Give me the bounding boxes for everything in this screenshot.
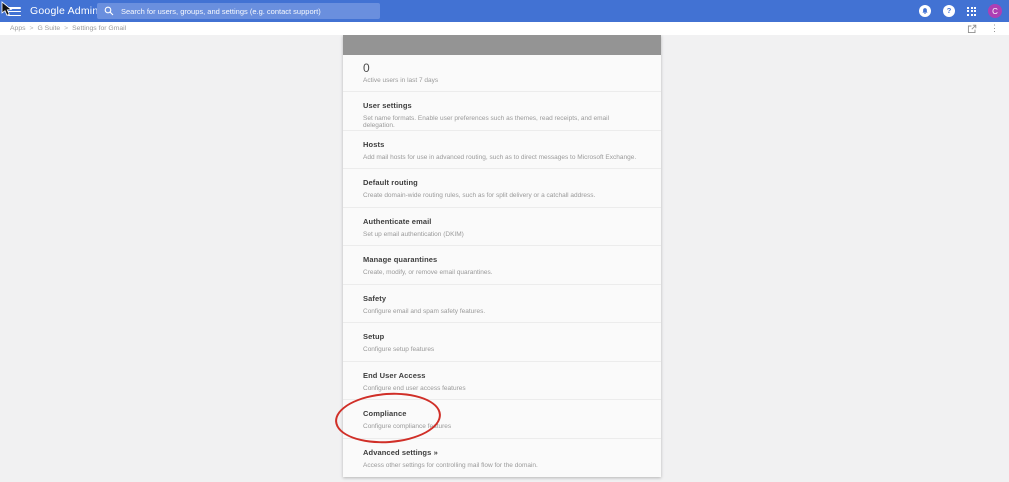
breadcrumb-separator: > [64, 25, 69, 32]
settings-section-setup[interactable]: Setup Configure setup features [343, 323, 661, 362]
section-title: End User Access [363, 370, 426, 380]
breadcrumb-current-page: Settings for Gmail [72, 25, 127, 32]
admin-console-screen: Google Admin ? C Apps > G Su [0, 0, 1009, 482]
section-description: Configure setup features [363, 346, 435, 353]
section-description: Create, modify, or remove email quaranti… [363, 269, 493, 276]
search-icon [104, 6, 114, 16]
breadcrumb-separator: > [29, 25, 34, 32]
section-description: Configure end user access features [363, 384, 466, 392]
search-input[interactable] [121, 6, 373, 16]
app-header: Google Admin ? C [0, 0, 1009, 22]
settings-section-manage-quarantines[interactable]: Manage quarantines Create, modify, or re… [343, 246, 661, 285]
section-description: Set up email authentication (DKIM) [363, 230, 464, 238]
active-users-stat: 0 Active users in last 7 days [343, 55, 661, 92]
page-actions: ⋮ [967, 24, 999, 34]
section-description: Add mail hosts for use in advanced routi… [363, 153, 637, 161]
section-title: Default routing [363, 178, 418, 187]
header-actions: ? C [919, 0, 1002, 22]
section-title: Advanced settings » [363, 447, 438, 457]
card-header-bar [343, 35, 661, 55]
section-title: Authenticate email [363, 216, 432, 226]
section-title: Setup [363, 332, 385, 341]
account-avatar[interactable]: C [988, 4, 1002, 18]
apps-grid-icon[interactable] [967, 6, 976, 16]
stat-label: Active users in last 7 days [363, 77, 439, 84]
breadcrumb-bar: Apps > G Suite > Settings for Gmail ⋮ [0, 22, 1009, 35]
more-options-icon[interactable]: ⋮ [990, 24, 999, 33]
section-title: Safety [363, 293, 387, 303]
breadcrumb-apps[interactable]: Apps [10, 25, 26, 32]
settings-section-advanced-settings[interactable]: Advanced settings » Access other setting… [343, 439, 661, 478]
section-description: Set name formats. Enable user preference… [363, 115, 610, 129]
help-icon[interactable]: ? [943, 5, 955, 17]
settings-section-authenticate-email[interactable]: Authenticate email Set up email authenti… [343, 208, 661, 246]
settings-section-end-user-access[interactable]: End User Access Configure end user acces… [343, 362, 661, 400]
notifications-icon[interactable] [919, 5, 931, 17]
section-title: Compliance [363, 409, 407, 418]
section-title: Hosts [363, 139, 385, 149]
section-title: User settings [363, 101, 412, 110]
main-content: 0 Active users in last 7 days User setti… [0, 35, 1009, 482]
breadcrumb-gsuite[interactable]: G Suite [37, 25, 60, 32]
settings-list: User settings Set name formats. Enable u… [333, 92, 661, 478]
settings-section-safety[interactable]: Safety Configure email and spam safety f… [343, 285, 661, 323]
settings-section-default-routing[interactable]: Default routing Create domain-wide routi… [343, 169, 661, 208]
section-description: Access other settings for controlling ma… [363, 461, 538, 469]
hamburger-menu-icon[interactable] [8, 7, 21, 18]
section-title: Manage quarantines [363, 255, 438, 264]
section-description: Create domain-wide routing rules, such a… [363, 192, 596, 199]
settings-section-compliance[interactable]: Compliance Configure compliance features [333, 389, 661, 447]
gmail-settings-card: 0 Active users in last 7 days User setti… [333, 35, 661, 478]
settings-section-user-settings[interactable]: User settings Set name formats. Enable u… [343, 92, 661, 131]
section-description: Configure email and spam safety features… [363, 307, 486, 315]
search-bar[interactable] [97, 3, 380, 19]
settings-section-hosts[interactable]: Hosts Add mail hosts for use in advanced… [343, 131, 661, 169]
product-name[interactable]: Google Admin [30, 0, 98, 22]
stat-value: 0 [363, 61, 370, 75]
section-description: Configure compliance features [363, 423, 452, 430]
open-in-new-icon[interactable] [967, 24, 977, 34]
